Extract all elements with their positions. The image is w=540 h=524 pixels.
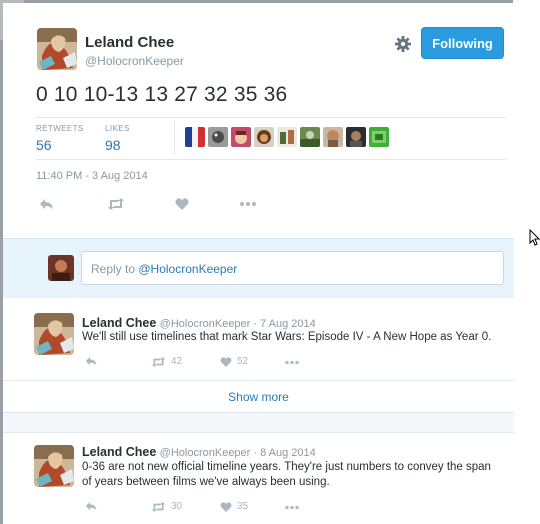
- likes-stat[interactable]: LIKES 98: [105, 124, 130, 153]
- reply-header: Leland Chee @HolocronKeeper · 7 Aug 2014: [82, 316, 316, 330]
- reply-tweet[interactable]: Leland Chee @HolocronKeeper · 7 Aug 2014…: [3, 298, 514, 381]
- heart-icon: [220, 356, 232, 367]
- retweet-icon[interactable]: [107, 196, 125, 212]
- retweet-icon: [151, 501, 166, 512]
- more-icon[interactable]: [284, 360, 300, 365]
- reply-icon[interactable]: [85, 501, 98, 511]
- current-user-avatar: [48, 255, 74, 281]
- reply-actions: 30 35: [85, 501, 315, 515]
- reply-icon[interactable]: [39, 196, 55, 212]
- liker-avatar[interactable]: [254, 127, 274, 147]
- more-icon[interactable]: [284, 505, 300, 510]
- reply-meta[interactable]: @HolocronKeeper · 7 Aug 2014: [160, 318, 316, 330]
- likes-label: LIKES: [105, 124, 130, 133]
- retweet-count: 30: [171, 501, 183, 512]
- likes-count[interactable]: 98: [105, 137, 130, 153]
- reply-actions: 42 52: [85, 356, 315, 370]
- more-icon[interactable]: [239, 196, 257, 212]
- show-more-row: Show more: [3, 381, 514, 413]
- author-handle[interactable]: @HolocronKeeper: [85, 54, 184, 68]
- reply-prefix: Reply to: [91, 262, 139, 276]
- heart-icon[interactable]: [175, 196, 189, 212]
- liker-avatar[interactable]: [346, 127, 366, 147]
- liker-avatar[interactable]: [300, 127, 320, 147]
- reply-meta[interactable]: @HolocronKeeper · 8 Aug 2014: [160, 447, 316, 459]
- tweet-actions: [36, 196, 266, 212]
- liker-avatar[interactable]: [277, 127, 297, 147]
- like-button[interactable]: 35: [220, 501, 248, 512]
- liker-avatar[interactable]: [185, 127, 205, 147]
- following-button[interactable]: Following: [421, 27, 504, 59]
- retweet-button[interactable]: 30: [151, 501, 182, 512]
- gear-icon[interactable]: [393, 34, 413, 54]
- liker-avatar[interactable]: [231, 127, 251, 147]
- tweet-timestamp[interactable]: 11:40 PM - 3 Aug 2014: [36, 170, 148, 182]
- liker-avatar[interactable]: [208, 127, 228, 147]
- reply-box: Reply to @HolocronKeeper: [3, 238, 514, 298]
- divider: [36, 117, 506, 118]
- tweet-permalink-modal: Leland Chee @HolocronKeeper Following 0 …: [3, 3, 514, 524]
- like-button[interactable]: 52: [220, 356, 248, 367]
- mouse-pointer-icon: [529, 229, 540, 246]
- author-avatar[interactable]: [34, 313, 74, 355]
- reply-mention: @HolocronKeeper: [138, 262, 238, 276]
- like-count: 35: [237, 501, 249, 512]
- retweets-count[interactable]: 56: [36, 137, 84, 153]
- reply-header: Leland Chee @HolocronKeeper · 8 Aug 2014: [82, 445, 316, 459]
- reply-icon[interactable]: [85, 356, 98, 366]
- liker-avatar[interactable]: [323, 127, 343, 147]
- author-name[interactable]: Leland Chee: [85, 34, 174, 51]
- liker-avatar[interactable]: [369, 127, 389, 147]
- reply-author-name[interactable]: Leland Chee: [82, 316, 156, 330]
- tweet-text: 0 10 10-13 13 27 32 35 36: [36, 83, 288, 106]
- retweets-stat[interactable]: RETWEETS 56: [36, 124, 84, 153]
- divider: [36, 159, 506, 160]
- reply-text: 0-36 are not new official timeline years…: [82, 461, 491, 488]
- page-background-right: [513, 0, 540, 524]
- retweet-icon: [151, 356, 166, 367]
- likers-avatars: [185, 127, 389, 147]
- like-count: 52: [237, 356, 249, 367]
- author-avatar[interactable]: [34, 445, 74, 487]
- retweets-label: RETWEETS: [36, 124, 84, 133]
- retweet-button[interactable]: 42: [151, 356, 182, 367]
- main-tweet: Leland Chee @HolocronKeeper Following 0 …: [3, 3, 514, 238]
- reply-tweet[interactable]: Leland Chee @HolocronKeeper · 8 Aug 2014…: [3, 433, 514, 524]
- reply-text: We'll still use timelines that mark Star…: [82, 331, 492, 343]
- heart-icon: [220, 501, 232, 512]
- reply-author-name[interactable]: Leland Chee: [82, 445, 156, 459]
- retweet-count: 42: [171, 356, 183, 367]
- author-avatar[interactable]: [37, 28, 77, 70]
- reply-input[interactable]: Reply to @HolocronKeeper: [81, 251, 504, 285]
- divider: [174, 121, 175, 155]
- conversation-gap: [3, 413, 514, 433]
- show-more-link[interactable]: Show more: [3, 390, 514, 404]
